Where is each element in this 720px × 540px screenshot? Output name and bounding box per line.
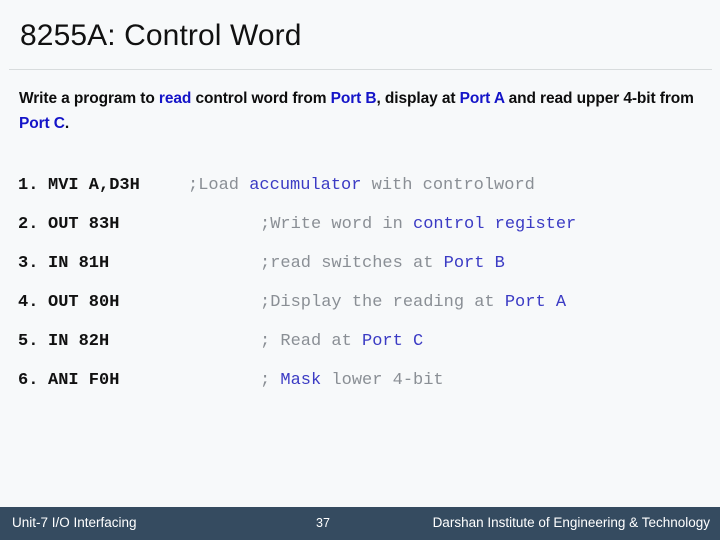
intro-keyword-port-a: Port A [459,90,505,107]
comment-highlight: Port A [504,293,567,312]
comment-highlight: Port C [362,332,424,351]
comment-highlight: Mask [280,371,322,390]
code-line: 3. IN 81H ;read switches at Port B [18,254,718,293]
comment-highlight: Port B [443,254,505,273]
footer-institute-label: Darshan Institute of Engineering & Techn… [432,515,710,530]
comment-highlight: accumulator [249,176,362,195]
comment-highlight: control register [413,215,577,234]
intro-text-3: , display at [376,90,460,107]
code-instruction: IN 81H [48,254,110,273]
code-comment: ;read switches at Port B [260,254,505,273]
comment-text-pre: ;read switches at [260,254,444,273]
code-comment: ;Write word in control register [260,215,576,234]
intro-keyword-port-b: Port B [330,90,377,107]
comment-text-pre: ;Load [188,176,250,195]
code-instruction: OUT 80H [48,293,120,312]
code-instruction: MVI A,D3H [48,176,140,195]
intro-paragraph: Write a program to read control word fro… [19,86,703,136]
code-line: 1. MVI A,D3H ;Load accumulator with contro… [18,176,718,215]
intro-text-2: control word from [191,90,331,107]
code-line-number: 4. [18,293,39,312]
comment-text-post: lower 4-bit [321,371,444,390]
code-instruction: OUT 83H [48,215,120,234]
slide-title: 8255A: Control Word [20,19,302,52]
code-line: 5. IN 82H ; Read at Port C [18,332,718,371]
footer-page-number: 37 [316,516,330,530]
comment-text-pre: ; Read at [260,332,363,351]
intro-keyword-read: read [158,90,192,107]
code-comment: ; Read at Port C [260,332,423,351]
code-comment: ;Load accumulator with controlword [188,176,535,195]
code-line-number: 3. [18,254,39,273]
comment-text-pre: ;Display the reading at [260,293,505,312]
code-comment: ;Display the reading at Port A [260,293,566,312]
code-line-number: 5. [18,332,39,351]
intro-keyword-port-c: Port C [19,115,65,132]
code-instruction: IN 82H [48,332,110,351]
code-line: 4. OUT 80H ;Display the reading at Port A [18,293,718,332]
title-divider [9,69,712,70]
intro-text-1: Write a program to [19,90,159,107]
code-line-number: 1. [18,176,39,195]
code-line-number: 2. [18,215,39,234]
comment-text-pre: ;Write word in [260,215,414,234]
footer-unit-label: Unit-7 I/O Interfacing [12,515,137,530]
comment-text-pre: ; [260,371,281,390]
code-line: 6. ANI F0H; Mask lower 4-bit [18,371,718,410]
code-instruction: ANI F0H [48,371,120,390]
comment-text-post: with controlword [361,176,535,195]
code-comment: ; Mask lower 4-bit [260,371,444,390]
code-line: 2. OUT 83H ;Write word in control register [18,215,718,254]
code-listing: 1. MVI A,D3H ;Load accumulator with contro… [18,176,718,410]
code-line-number: 6. [18,371,39,390]
intro-text-5: . [64,115,70,132]
intro-text-4: and read upper 4-bit from [504,90,694,107]
slide-footer: Unit-7 I/O Interfacing 37 Darshan Instit… [0,507,720,540]
slide: 8255A: Control Word Write a program to r… [0,0,720,540]
